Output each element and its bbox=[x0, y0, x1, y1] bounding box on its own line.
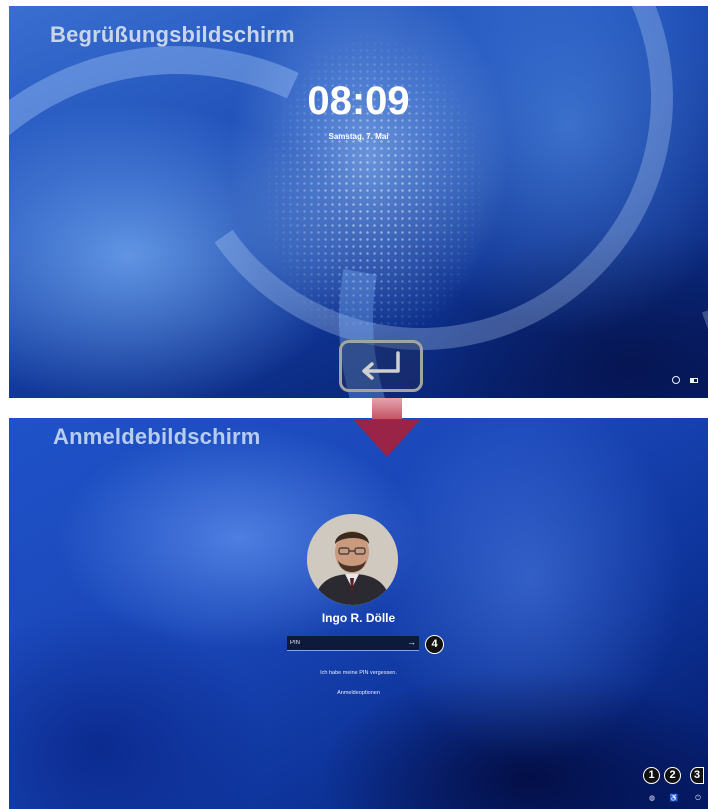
battery-icon bbox=[690, 377, 698, 383]
network-icon[interactable]: ◍ bbox=[647, 795, 657, 803]
power-icon[interactable]: ⏻ bbox=[693, 795, 703, 803]
pin-input[interactable] bbox=[290, 637, 398, 649]
enter-key-icon bbox=[339, 340, 423, 392]
lock-status-area bbox=[672, 376, 698, 384]
network-icon bbox=[672, 376, 680, 384]
submit-arrow-icon[interactable]: → bbox=[407, 636, 416, 649]
pin-field[interactable]: → bbox=[287, 636, 419, 651]
transition-arrow-shaft bbox=[372, 398, 402, 420]
transition-arrow-head bbox=[353, 419, 421, 457]
wallpaper-dot-pattern bbox=[259, 26, 489, 326]
user-portrait-icon bbox=[307, 514, 398, 605]
lock-clock: 08:09 bbox=[307, 79, 410, 123]
forgot-pin-link[interactable]: Ich habe meine PIN vergessen. bbox=[9, 670, 708, 676]
signin-options-link[interactable]: Anmeldeoptionen bbox=[9, 690, 708, 696]
login-screen: Anmeldebildschirm Ingo R. Dölle → 4 Ich … bbox=[9, 418, 708, 809]
callout-badge-pin: 4 bbox=[425, 635, 444, 654]
user-name: Ingo R. Dölle bbox=[321, 611, 396, 625]
callout-badge-network: 1 bbox=[643, 767, 660, 784]
enter-arrow-icon bbox=[362, 351, 400, 380]
login-screen-label: Anmeldebildschirm bbox=[53, 424, 261, 449]
callout-badge-accessibility: 2 bbox=[664, 767, 681, 784]
callout-badge-power: 3 bbox=[690, 767, 704, 784]
lock-date: Samstag, 7. Mai bbox=[328, 132, 389, 141]
accessibility-icon[interactable]: ♿ bbox=[669, 795, 679, 803]
user-avatar bbox=[307, 514, 398, 605]
lock-screen-label: Begrüßungsbildschirm bbox=[50, 22, 295, 47]
